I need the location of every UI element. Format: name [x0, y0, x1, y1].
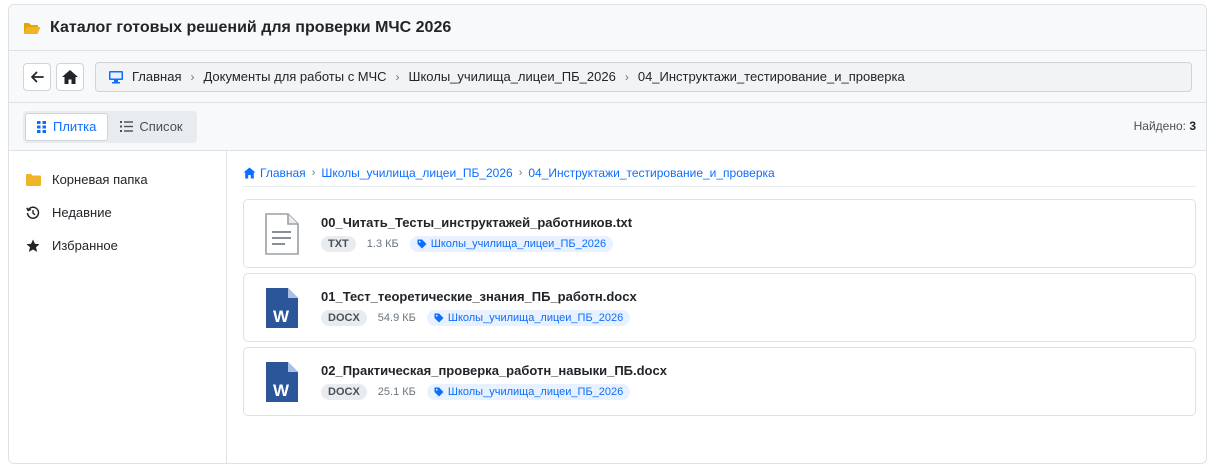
svg-text:W: W — [273, 381, 290, 400]
file-type-badge: DOCX — [321, 384, 367, 400]
home-icon — [62, 69, 78, 84]
view-toolbar: Плитка Список Найдено: 3 — [9, 103, 1206, 151]
chevron-right-icon: › — [311, 166, 316, 179]
list-view-button[interactable]: Список — [108, 113, 194, 141]
sidebar-item-label: Корневая папка — [52, 172, 148, 187]
sidebar: Корневая папка Недавние Избранное — [9, 151, 227, 463]
breadcrumb-schools-link[interactable]: Школы_училища_лицеи_ПБ_2026 — [321, 166, 512, 180]
folder-icon — [25, 172, 41, 188]
breadcrumb: Главная › Школы_училища_лицеи_ПБ_2026 › … — [243, 161, 1196, 187]
breadcrumb-home-link[interactable]: Главная — [260, 166, 306, 180]
found-count: 3 — [1189, 119, 1196, 133]
file-type-badge: DOCX — [321, 310, 367, 326]
breadcrumb-current-link[interactable]: 04_Инструктажи_тестирование_и_проверка — [528, 166, 774, 180]
tag-icon — [434, 387, 444, 397]
text-file-icon — [264, 212, 300, 256]
chevron-right-icon: › — [518, 166, 523, 179]
path-item-current[interactable]: 04_Инструктажи_тестирование_и_проверка — [638, 69, 905, 84]
path-item-home[interactable]: Главная — [132, 69, 181, 84]
file-list-area: Главная › Школы_училища_лицеи_ПБ_2026 › … — [227, 151, 1206, 463]
chevron-right-icon: › — [190, 69, 195, 84]
arrow-left-icon — [31, 71, 44, 82]
title-bar: Каталог готовых решений для проверки МЧС… — [9, 5, 1206, 51]
file-tag[interactable]: Школы_училища_лицеи_ПБ_2026 — [426, 384, 631, 400]
list-icon — [120, 121, 134, 132]
navigation-bar: Главная › Документы для работы с МЧС › Ш… — [9, 51, 1206, 103]
content-area: Корневая папка Недавние Избранное Главна… — [9, 151, 1206, 463]
sidebar-item-favorites[interactable]: Избранное — [9, 229, 226, 262]
file-name: 01_Тест_теоретические_знания_ПБ_работн.d… — [321, 289, 637, 304]
path-item-documents[interactable]: Документы для работы с МЧС — [203, 69, 386, 84]
tag-icon — [417, 239, 427, 249]
file-tag[interactable]: Школы_училища_лицеи_ПБ_2026 — [409, 236, 614, 252]
found-counter: Найдено: 3 — [1134, 119, 1196, 133]
back-button[interactable] — [23, 62, 51, 91]
word-file-icon: W — [264, 360, 300, 404]
sidebar-item-label: Недавние — [52, 205, 112, 220]
chevron-right-icon: › — [395, 69, 400, 84]
sidebar-item-recent[interactable]: Недавние — [9, 196, 226, 229]
sidebar-item-label: Избранное — [52, 238, 118, 253]
tile-view-button[interactable]: Плитка — [25, 112, 109, 141]
star-icon — [25, 238, 41, 254]
sidebar-item-root-folder[interactable]: Корневая папка — [9, 163, 226, 196]
tile-view-label: Плитка — [53, 119, 97, 134]
app-title: Каталог готовых решений для проверки МЧС… — [50, 18, 452, 36]
view-toggle: Плитка Список — [23, 110, 197, 143]
file-name: 02_Практическая_проверка_работн_навыки_П… — [321, 363, 667, 378]
file-tag-label: Школы_училища_лицеи_ПБ_2026 — [430, 238, 607, 250]
catalog-window: Каталог готовых решений для проверки МЧС… — [8, 4, 1207, 464]
chevron-right-icon: › — [624, 69, 629, 84]
file-type-badge: TXT — [321, 236, 356, 252]
path-item-schools[interactable]: Школы_училища_лицеи_ПБ_2026 — [409, 69, 616, 84]
grid-icon — [37, 120, 46, 133]
file-tag-label: Школы_училища_лицеи_ПБ_2026 — [447, 312, 624, 324]
svg-text:W: W — [273, 307, 290, 326]
file-item[interactable]: W 02_Практическая_проверка_работн_навыки… — [243, 347, 1196, 416]
home-icon — [243, 167, 256, 179]
file-item[interactable]: 00_Читать_Тесты_инструктажей_работников.… — [243, 199, 1196, 268]
file-tag-label: Школы_училища_лицеи_ПБ_2026 — [447, 386, 624, 398]
folder-open-icon — [23, 21, 41, 35]
file-size: 25.1 КБ — [377, 386, 416, 398]
history-icon — [25, 205, 41, 221]
computer-icon — [108, 70, 124, 84]
file-size: 1.3 КБ — [366, 238, 399, 250]
found-label: Найдено: — [1133, 119, 1186, 133]
file-tag[interactable]: Школы_училища_лицеи_ПБ_2026 — [426, 310, 631, 326]
file-name: 00_Читать_Тесты_инструктажей_работников.… — [321, 215, 633, 230]
path-breadcrumb: Главная › Документы для работы с МЧС › Ш… — [95, 61, 1192, 92]
file-item[interactable]: W 01_Тест_теоретические_знания_ПБ_работн… — [243, 273, 1196, 342]
home-button[interactable] — [56, 62, 84, 91]
tag-icon — [434, 313, 444, 323]
word-file-icon: W — [264, 286, 300, 330]
list-view-label: Список — [139, 119, 183, 134]
file-size: 54.9 КБ — [377, 312, 416, 324]
